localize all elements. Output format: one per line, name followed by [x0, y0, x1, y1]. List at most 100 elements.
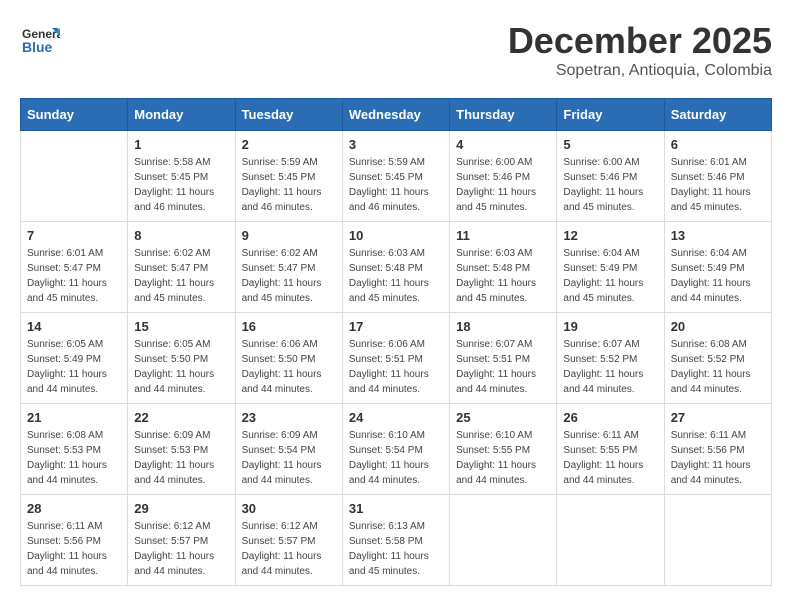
- day-info: Sunrise: 6:01 AMSunset: 5:46 PMDaylight:…: [671, 155, 765, 215]
- day-number: 16: [242, 319, 336, 334]
- weekday-header-tuesday: Tuesday: [235, 99, 342, 131]
- svg-text:Blue: Blue: [22, 39, 53, 55]
- weekday-header-friday: Friday: [557, 99, 664, 131]
- day-number: 22: [134, 410, 228, 425]
- day-number: 25: [456, 410, 550, 425]
- day-info: Sunrise: 6:08 AMSunset: 5:53 PMDaylight:…: [27, 428, 121, 488]
- weekday-header-sunday: Sunday: [21, 99, 128, 131]
- day-number: 5: [563, 137, 657, 152]
- day-number: 13: [671, 228, 765, 243]
- day-info: Sunrise: 6:12 AMSunset: 5:57 PMDaylight:…: [134, 519, 228, 579]
- day-info: Sunrise: 6:11 AMSunset: 5:56 PMDaylight:…: [27, 519, 121, 579]
- day-number: 21: [27, 410, 121, 425]
- day-info: Sunrise: 6:04 AMSunset: 5:49 PMDaylight:…: [563, 246, 657, 306]
- day-info: Sunrise: 6:00 AMSunset: 5:46 PMDaylight:…: [456, 155, 550, 215]
- day-number: 8: [134, 228, 228, 243]
- weekday-header-thursday: Thursday: [450, 99, 557, 131]
- day-info: Sunrise: 5:59 AMSunset: 5:45 PMDaylight:…: [349, 155, 443, 215]
- calendar-cell: 5Sunrise: 6:00 AMSunset: 5:46 PMDaylight…: [557, 131, 664, 222]
- day-number: 30: [242, 501, 336, 516]
- calendar-cell: 3 Sunrise: 5:59 AMSunset: 5:45 PMDaylight…: [342, 131, 449, 222]
- day-number: 11: [456, 228, 550, 243]
- calendar-cell: [21, 131, 128, 222]
- calendar-cell: 31 Sunrise: 6:13 AMSunset: 5:58 PMDayligh…: [342, 495, 449, 586]
- calendar-cell: 25 Sunrise: 6:10 AMSunset: 5:55 PMDayligh…: [450, 404, 557, 495]
- calendar-cell: [664, 495, 771, 586]
- calendar-cell: 7 Sunrise: 6:01 AMSunset: 5:47 PMDaylight…: [21, 222, 128, 313]
- day-number: 23: [242, 410, 336, 425]
- calendar-cell: [557, 495, 664, 586]
- calendar-cell: 12 Sunrise: 6:04 AMSunset: 5:49 PMDayligh…: [557, 222, 664, 313]
- calendar-cell: 11 Sunrise: 6:03 AMSunset: 5:48 PMDayligh…: [450, 222, 557, 313]
- calendar-cell: 20 Sunrise: 6:08 AMSunset: 5:52 PMDayligh…: [664, 313, 771, 404]
- day-info: Sunrise: 6:12 AMSunset: 5:57 PMDaylight:…: [242, 519, 336, 579]
- day-info: Sunrise: 5:59 AMSunset: 5:45 PMDaylight:…: [242, 155, 336, 215]
- day-info: Sunrise: 6:07 AMSunset: 5:52 PMDaylight:…: [563, 337, 657, 397]
- calendar-cell: 24 Sunrise: 6:10 AMSunset: 5:54 PMDayligh…: [342, 404, 449, 495]
- day-number: 3: [349, 137, 443, 152]
- calendar-cell: 29Sunrise: 6:12 AMSunset: 5:57 PMDayligh…: [128, 495, 235, 586]
- day-info: Sunrise: 6:05 AMSunset: 5:49 PMDaylight:…: [27, 337, 121, 397]
- day-number: 10: [349, 228, 443, 243]
- calendar-cell: [450, 495, 557, 586]
- day-number: 31: [349, 501, 443, 516]
- weekday-header-saturday: Saturday: [664, 99, 771, 131]
- day-info: Sunrise: 6:09 AMSunset: 5:53 PMDaylight:…: [134, 428, 228, 488]
- day-info: Sunrise: 6:02 AMSunset: 5:47 PMDaylight:…: [242, 246, 336, 306]
- location-title: Sopetran, Antioquia, Colombia: [508, 62, 772, 80]
- day-number: 14: [27, 319, 121, 334]
- day-info: Sunrise: 6:06 AMSunset: 5:51 PMDaylight:…: [349, 337, 443, 397]
- day-info: Sunrise: 6:05 AMSunset: 5:50 PMDaylight:…: [134, 337, 228, 397]
- day-number: 12: [563, 228, 657, 243]
- day-info: Sunrise: 6:11 AMSunset: 5:56 PMDaylight:…: [671, 428, 765, 488]
- day-number: 17: [349, 319, 443, 334]
- calendar-cell: 4 Sunrise: 6:00 AMSunset: 5:46 PMDaylight…: [450, 131, 557, 222]
- day-number: 28: [27, 501, 121, 516]
- calendar-cell: 8 Sunrise: 6:02 AMSunset: 5:47 PMDaylight…: [128, 222, 235, 313]
- calendar-cell: 28 Sunrise: 6:11 AMSunset: 5:56 PMDayligh…: [21, 495, 128, 586]
- calendar-cell: 26 Sunrise: 6:11 AMSunset: 5:55 PMDayligh…: [557, 404, 664, 495]
- day-number: 19: [563, 319, 657, 334]
- day-info: Sunrise: 6:11 AMSunset: 5:55 PMDaylight:…: [563, 428, 657, 488]
- day-info: Sunrise: 6:13 AMSunset: 5:58 PMDaylight:…: [349, 519, 443, 579]
- day-number: 18: [456, 319, 550, 334]
- calendar-cell: 9 Sunrise: 6:02 AMSunset: 5:47 PMDaylight…: [235, 222, 342, 313]
- day-number: 24: [349, 410, 443, 425]
- day-info: Sunrise: 6:10 AMSunset: 5:55 PMDaylight:…: [456, 428, 550, 488]
- weekday-header-monday: Monday: [128, 99, 235, 131]
- day-number: 27: [671, 410, 765, 425]
- day-number: 20: [671, 319, 765, 334]
- day-number: 9: [242, 228, 336, 243]
- month-title: December 2025: [508, 20, 772, 62]
- day-info: Sunrise: 6:09 AMSunset: 5:54 PMDaylight:…: [242, 428, 336, 488]
- day-number: 6: [671, 137, 765, 152]
- calendar-cell: 27 Sunrise: 6:11 AMSunset: 5:56 PMDayligh…: [664, 404, 771, 495]
- day-info: Sunrise: 6:07 AMSunset: 5:51 PMDaylight:…: [456, 337, 550, 397]
- logo: General Blue: [20, 20, 60, 65]
- calendar-cell: 16 Sunrise: 6:06 AMSunset: 5:50 PMDayligh…: [235, 313, 342, 404]
- calendar-cell: 19 Sunrise: 6:07 AMSunset: 5:52 PMDayligh…: [557, 313, 664, 404]
- day-number: 26: [563, 410, 657, 425]
- day-info: Sunrise: 6:01 AMSunset: 5:47 PMDaylight:…: [27, 246, 121, 306]
- day-number: 1: [134, 137, 228, 152]
- logo-icon: General Blue: [20, 20, 60, 60]
- calendar-cell: 18 Sunrise: 6:07 AMSunset: 5:51 PMDayligh…: [450, 313, 557, 404]
- day-info: Sunrise: 6:03 AMSunset: 5:48 PMDaylight:…: [349, 246, 443, 306]
- day-number: 7: [27, 228, 121, 243]
- day-info: Sunrise: 6:08 AMSunset: 5:52 PMDaylight:…: [671, 337, 765, 397]
- day-info: Sunrise: 6:10 AMSunset: 5:54 PMDaylight:…: [349, 428, 443, 488]
- calendar-cell: 13 Sunrise: 6:04 AMSunset: 5:49 PMDayligh…: [664, 222, 771, 313]
- day-info: Sunrise: 5:58 AMSunset: 5:45 PMDaylight:…: [134, 155, 228, 215]
- day-info: Sunrise: 6:03 AMSunset: 5:48 PMDaylight:…: [456, 246, 550, 306]
- calendar-cell: 2Sunrise: 5:59 AMSunset: 5:45 PMDaylight…: [235, 131, 342, 222]
- calendar-cell: 10 Sunrise: 6:03 AMSunset: 5:48 PMDayligh…: [342, 222, 449, 313]
- day-number: 4: [456, 137, 550, 152]
- title-section: December 2025 Sopetran, Antioquia, Colom…: [508, 20, 772, 80]
- weekday-header-wednesday: Wednesday: [342, 99, 449, 131]
- day-info: Sunrise: 6:02 AMSunset: 5:47 PMDaylight:…: [134, 246, 228, 306]
- day-info: Sunrise: 6:04 AMSunset: 5:49 PMDaylight:…: [671, 246, 765, 306]
- calendar-cell: 15Sunrise: 6:05 AMSunset: 5:50 PMDayligh…: [128, 313, 235, 404]
- calendar-cell: 14 Sunrise: 6:05 AMSunset: 5:49 PMDayligh…: [21, 313, 128, 404]
- day-info: Sunrise: 6:06 AMSunset: 5:50 PMDaylight:…: [242, 337, 336, 397]
- calendar-cell: 30 Sunrise: 6:12 AMSunset: 5:57 PMDayligh…: [235, 495, 342, 586]
